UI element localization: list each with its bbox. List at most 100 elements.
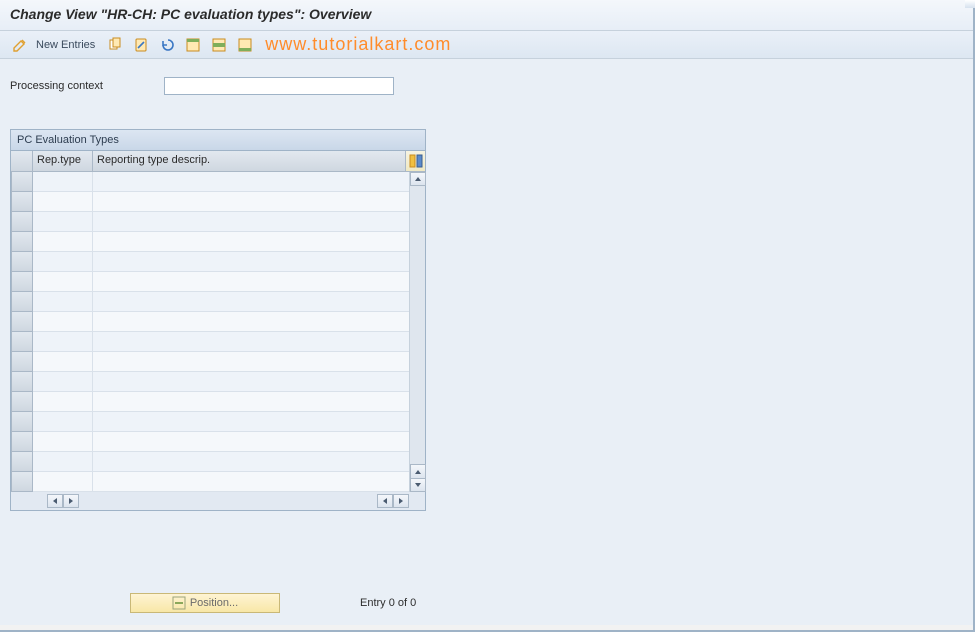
toggle-change-icon[interactable] <box>10 35 30 55</box>
cell-rep-type[interactable] <box>33 332 93 352</box>
processing-context-row: Processing context <box>10 77 965 95</box>
table-row <box>11 172 409 192</box>
row-selector[interactable] <box>11 432 33 452</box>
undo-icon[interactable] <box>157 35 177 55</box>
cell-description[interactable] <box>93 452 409 472</box>
column-header-description[interactable]: Reporting type descrip. <box>93 151 405 171</box>
cell-description[interactable] <box>93 212 409 232</box>
cell-description[interactable] <box>93 252 409 272</box>
row-selector-header <box>11 151 33 171</box>
table-row <box>11 472 409 492</box>
processing-context-label: Processing context <box>10 80 140 92</box>
table-row <box>11 412 409 432</box>
entry-status: Entry 0 of 0 <box>360 597 416 609</box>
table-row <box>11 292 409 312</box>
table-row <box>11 312 409 332</box>
cell-description[interactable] <box>93 292 409 312</box>
scroll-down-icon[interactable] <box>410 478 426 492</box>
cell-rep-type[interactable] <box>33 172 93 192</box>
table-row <box>11 332 409 352</box>
table-row <box>11 372 409 392</box>
scroll-up2-icon[interactable] <box>410 464 426 478</box>
table-row <box>11 252 409 272</box>
row-selector[interactable] <box>11 452 33 472</box>
table-row <box>11 272 409 292</box>
table-row <box>11 352 409 372</box>
cell-rep-type[interactable] <box>33 292 93 312</box>
cell-rep-type[interactable] <box>33 232 93 252</box>
table-row <box>11 192 409 212</box>
row-selector[interactable] <box>11 472 33 492</box>
row-selector[interactable] <box>11 172 33 192</box>
table-title: PC Evaluation Types <box>11 130 425 151</box>
position-button[interactable]: Position... <box>130 593 280 613</box>
cell-rep-type[interactable] <box>33 432 93 452</box>
row-selector[interactable] <box>11 312 33 332</box>
watermark-text: www.tutorialkart.com <box>265 34 451 55</box>
scroll-left-icon[interactable] <box>47 494 63 508</box>
scroll-right-icon[interactable] <box>63 494 79 508</box>
vertical-scrollbar[interactable] <box>409 172 425 492</box>
cell-rep-type[interactable] <box>33 352 93 372</box>
select-block-icon[interactable] <box>209 35 229 55</box>
cell-rep-type[interactable] <box>33 472 93 492</box>
table-row <box>11 232 409 252</box>
row-selector[interactable] <box>11 412 33 432</box>
scroll-up-icon[interactable] <box>410 172 426 186</box>
cell-description[interactable] <box>93 432 409 452</box>
table-header: Rep.type Reporting type descrip. <box>11 151 425 172</box>
content-area: Processing context PC Evaluation Types R… <box>0 59 975 625</box>
cell-description[interactable] <box>93 272 409 292</box>
cell-rep-type[interactable] <box>33 312 93 332</box>
row-selector[interactable] <box>11 352 33 372</box>
table-row <box>11 392 409 412</box>
cell-rep-type[interactable] <box>33 392 93 412</box>
table-row <box>11 212 409 232</box>
cell-rep-type[interactable] <box>33 252 93 272</box>
cell-description[interactable] <box>93 312 409 332</box>
copy-icon[interactable] <box>105 35 125 55</box>
cell-rep-type[interactable] <box>33 192 93 212</box>
title-bar: Change View "HR-CH: PC evaluation types"… <box>0 0 975 31</box>
table-settings-icon[interactable] <box>405 151 425 171</box>
position-icon <box>172 596 186 610</box>
delete-icon[interactable] <box>131 35 151 55</box>
deselect-all-icon[interactable] <box>235 35 255 55</box>
cell-description[interactable] <box>93 392 409 412</box>
select-all-icon[interactable] <box>183 35 203 55</box>
cell-rep-type[interactable] <box>33 412 93 432</box>
row-selector[interactable] <box>11 272 33 292</box>
cell-rep-type[interactable] <box>33 452 93 472</box>
cell-description[interactable] <box>93 332 409 352</box>
cell-rep-type[interactable] <box>33 372 93 392</box>
cell-description[interactable] <box>93 352 409 372</box>
horizontal-scrollbar[interactable] <box>11 492 425 510</box>
row-selector[interactable] <box>11 292 33 312</box>
processing-context-input[interactable] <box>164 77 394 95</box>
page-title: Change View "HR-CH: PC evaluation types"… <box>10 6 371 22</box>
table-row <box>11 452 409 472</box>
cell-description[interactable] <box>93 192 409 212</box>
cell-description[interactable] <box>93 412 409 432</box>
cell-rep-type[interactable] <box>33 212 93 232</box>
row-selector[interactable] <box>11 252 33 272</box>
row-selector[interactable] <box>11 392 33 412</box>
row-selector[interactable] <box>11 232 33 252</box>
pc-evaluation-types-table: PC Evaluation Types Rep.type Reporting t… <box>10 129 426 511</box>
row-selector[interactable] <box>11 372 33 392</box>
row-selector[interactable] <box>11 332 33 352</box>
cell-description[interactable] <box>93 232 409 252</box>
cell-description[interactable] <box>93 472 409 492</box>
column-header-rep-type[interactable]: Rep.type <box>33 151 93 171</box>
cell-description[interactable] <box>93 172 409 192</box>
table-body <box>11 172 409 492</box>
new-entries-button[interactable]: New Entries <box>36 39 95 51</box>
row-selector[interactable] <box>11 192 33 212</box>
scroll-right2-icon[interactable] <box>393 494 409 508</box>
cell-description[interactable] <box>93 372 409 392</box>
table-row <box>11 432 409 452</box>
row-selector[interactable] <box>11 212 33 232</box>
scroll-left2-icon[interactable] <box>377 494 393 508</box>
toolbar: New Entries www.tutorialkart.com <box>0 31 975 59</box>
cell-rep-type[interactable] <box>33 272 93 292</box>
